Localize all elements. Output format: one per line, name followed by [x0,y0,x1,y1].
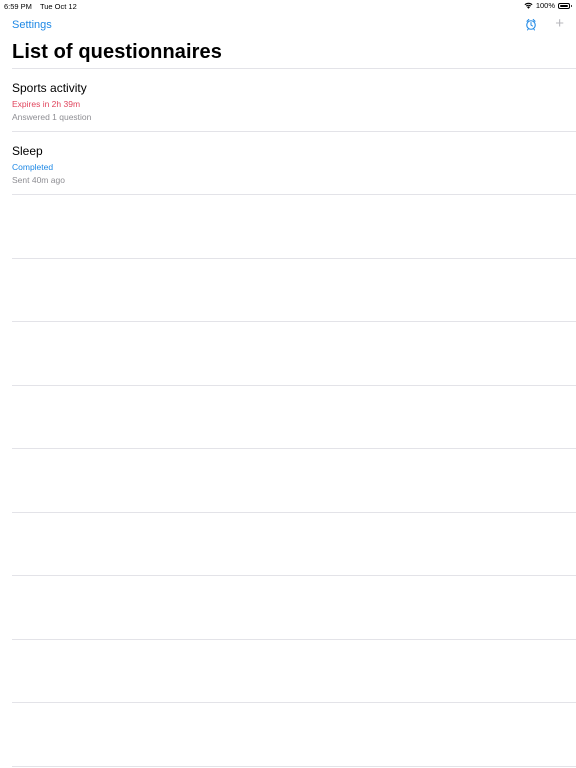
battery-percent: 100% [535,1,555,10]
empty-row [0,386,576,449]
status-bar: 6:59 PM Tue Oct 12 100% [0,0,576,12]
divider [12,765,576,767]
status-left: 6:59 PM Tue Oct 12 [4,2,77,11]
battery-fill [560,4,568,7]
nav-actions: + [525,16,564,32]
status-date: Tue Oct 12 [39,2,77,11]
item-title: Sports activity [12,81,87,95]
empty-row [0,576,576,639]
settings-button[interactable]: Settings [12,19,52,31]
plus-icon[interactable]: + [555,16,564,32]
item-subtitle: Sent 40m ago [12,175,65,185]
item-title: Sleep [12,144,43,158]
questionnaire-list: Sports activity Expires in 2h 39m Answer… [0,68,576,767]
empty-row [0,449,576,512]
item-subtitle: Answered 1 question [12,112,92,122]
empty-row [0,513,576,576]
wifi-icon [524,2,533,9]
questionnaire-item-sleep[interactable]: Sleep Completed Sent 40m ago [0,132,576,194]
alarm-clock-icon[interactable] [525,18,537,31]
empty-row [0,703,576,766]
empty-row [0,322,576,385]
navigation-bar: Settings + [0,14,576,40]
battery-icon [558,2,572,9]
questionnaire-item-sports-activity[interactable]: Sports activity Expires in 2h 39m Answer… [0,69,576,131]
status-right: 100% [524,1,572,10]
page-title: List of questionnaires [12,41,223,63]
empty-row [0,195,576,258]
status-time: 6:59 PM [4,2,32,11]
item-status-completed: Completed [12,162,54,172]
item-status-expires: Expires in 2h 39m [12,99,81,109]
empty-row [0,640,576,703]
empty-row [0,259,576,322]
